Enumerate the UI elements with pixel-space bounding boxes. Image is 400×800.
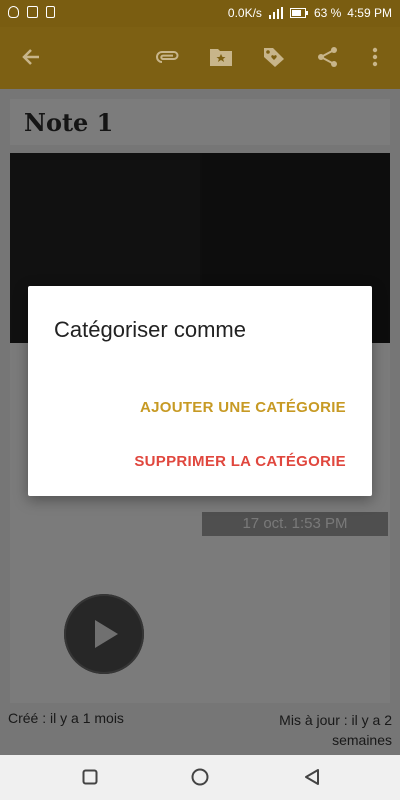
add-category-button[interactable]: AJOUTER UNE CATÉGORIE — [140, 399, 346, 416]
sim-icon — [46, 6, 55, 18]
clock: 4:59 PM — [347, 6, 392, 20]
network-speed: 0.0K/s — [227, 6, 262, 20]
attach-button[interactable] — [155, 44, 181, 70]
dialog-title: Catégoriser comme — [54, 317, 246, 342]
home-button[interactable] — [188, 765, 212, 789]
remove-category-button[interactable]: SUPPRIMER LA CATÉGORIE — [134, 453, 346, 470]
shield-icon — [8, 6, 19, 18]
folder-star-icon — [210, 49, 232, 66]
triangle-back-icon — [305, 769, 319, 785]
back-nav-button[interactable] — [300, 765, 324, 789]
back-button[interactable] — [18, 44, 44, 70]
signal-icon — [268, 7, 283, 19]
battery-icon — [289, 8, 308, 18]
more-options-button[interactable] — [362, 44, 388, 70]
circle-icon — [191, 768, 209, 786]
status-bar: 0.0K/s 63 % 4:59 PM — [0, 0, 400, 27]
square-icon — [82, 769, 98, 785]
navigation-bar — [0, 755, 400, 800]
tag-button[interactable] — [261, 44, 287, 70]
recents-button[interactable] — [78, 765, 102, 789]
categorize-dialog: Catégoriser comme AJOUTER UNE CATÉGORIE … — [28, 286, 372, 496]
back-arrow-icon — [22, 49, 39, 65]
tag-icon — [264, 48, 284, 67]
share-icon — [318, 47, 337, 67]
share-button[interactable] — [315, 44, 341, 70]
attachment-icon — [156, 51, 179, 63]
battery-level: 63 % — [313, 6, 342, 20]
toolbar — [0, 27, 400, 89]
category-button[interactable] — [208, 44, 234, 70]
image-icon — [27, 6, 38, 18]
more-vert-icon — [372, 47, 378, 67]
